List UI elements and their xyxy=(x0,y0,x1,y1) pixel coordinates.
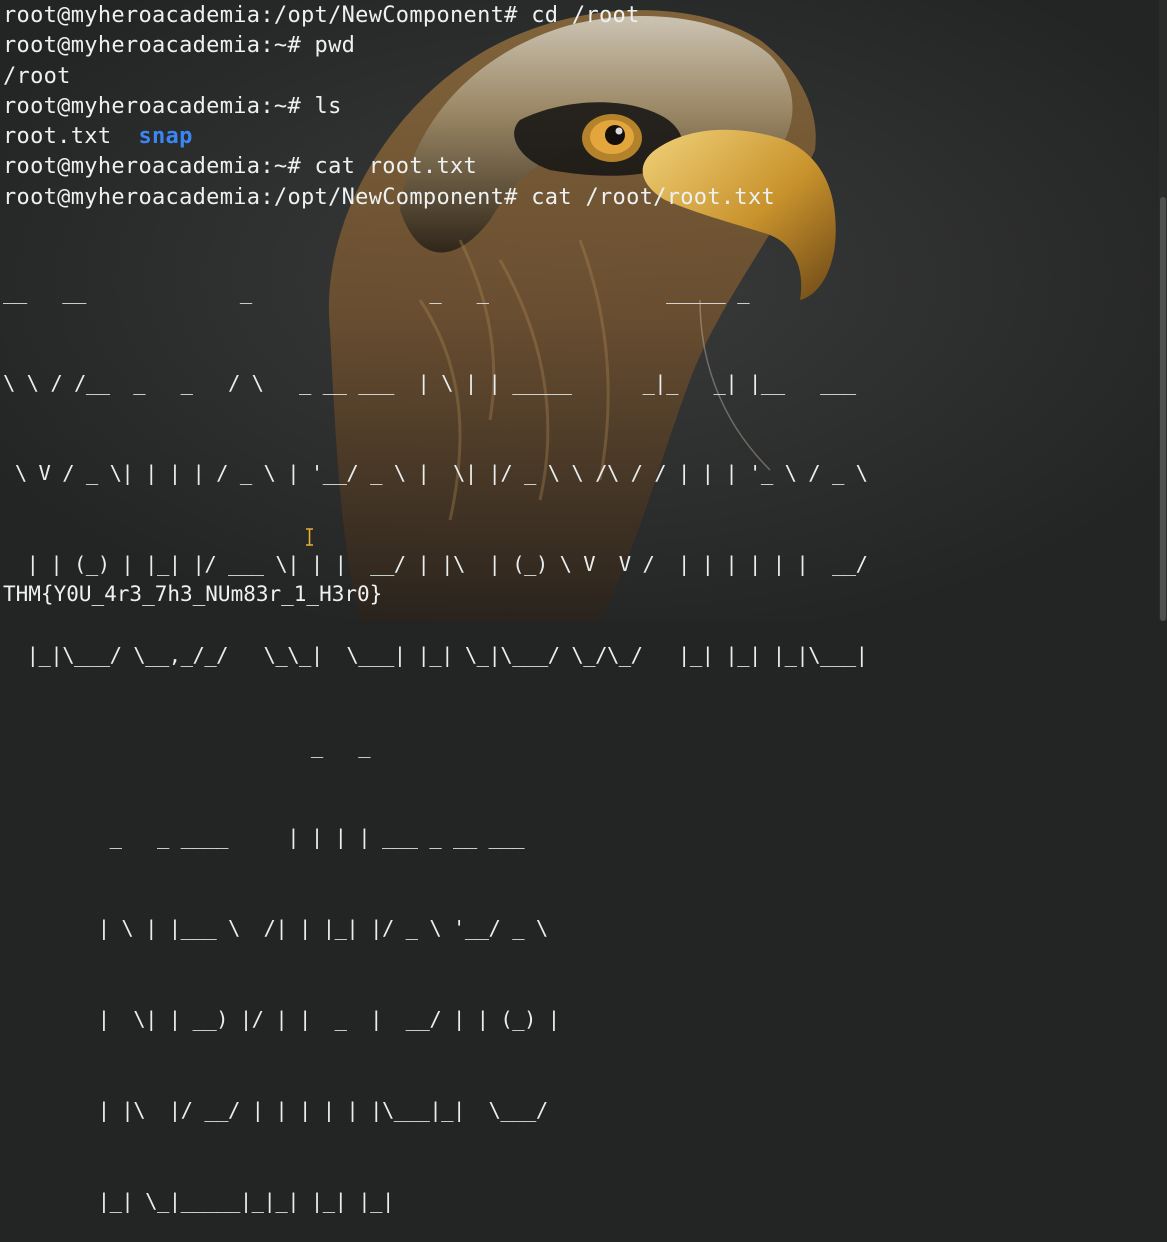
terminal-line: root@myheroacademia:~# ls xyxy=(3,93,342,119)
terminal-line: root@myheroacademia:/opt/NewComponent# c… xyxy=(3,184,776,210)
banner-line: | \| | __) |/ | | _ | __/ | | (_) | xyxy=(3,1006,560,1031)
terminal-line: root@myheroacademia:~# cat root.txt xyxy=(3,154,478,180)
banner-line: \ V / _ \| | | | / _ \ | '__/ _ \ | \| |… xyxy=(3,461,868,486)
terminal-line-ls-output: root.txt snap xyxy=(3,122,867,152)
file-entry-root-txt: root.txt xyxy=(3,124,112,150)
banner-line: |_| \_|_____|_|_| |_| |_| xyxy=(3,1188,395,1213)
terminal-line: /root xyxy=(3,63,71,89)
text-cursor-icon xyxy=(306,528,313,546)
flag-text: THM{Y0U_4r3_7h3_NUm83r_1_H3r0} xyxy=(3,582,383,606)
banner-line: _ _ ____ | | | | ___ _ __ ___ xyxy=(3,825,525,850)
banner-line: |_|\___/ \__,_/_/ \_\_| \___| |_| \_|\__… xyxy=(3,643,868,668)
banner-line: | | (_) | |_| |/ ___ \| | | __/ | |\ | (… xyxy=(3,552,868,577)
banner-line: _ _ xyxy=(3,734,371,759)
ls-gap xyxy=(111,124,138,149)
ascii-banner: __ __ _ _ _ _____ _ \ \ / /__ _ _ / \ _ … xyxy=(3,216,868,1242)
banner-line: \ \ / /__ _ _ / \ _ __ ___ | \ | | _____… xyxy=(3,370,856,395)
terminal-scrollbar[interactable] xyxy=(1159,0,1167,621)
terminal-line: root@myheroacademia:/opt/NewComponent# c… xyxy=(3,3,640,28)
scrollbar-thumb[interactable] xyxy=(1160,197,1166,621)
directory-entry-snap: snap xyxy=(138,124,193,150)
banner-line: | |\ |/ __/ | | | | | |\___|_| \___/ xyxy=(3,1097,549,1122)
terminal-line: root@myheroacademia:~# pwd xyxy=(3,33,356,59)
banner-line: __ __ _ _ _ _____ _ xyxy=(3,279,750,304)
banner-line: | \ | |___ \ /| | |_| |/ _ \ '__/ _ \ xyxy=(3,915,549,940)
terminal-output[interactable]: root@myheroacademia:/opt/NewComponent# c… xyxy=(3,1,868,1242)
